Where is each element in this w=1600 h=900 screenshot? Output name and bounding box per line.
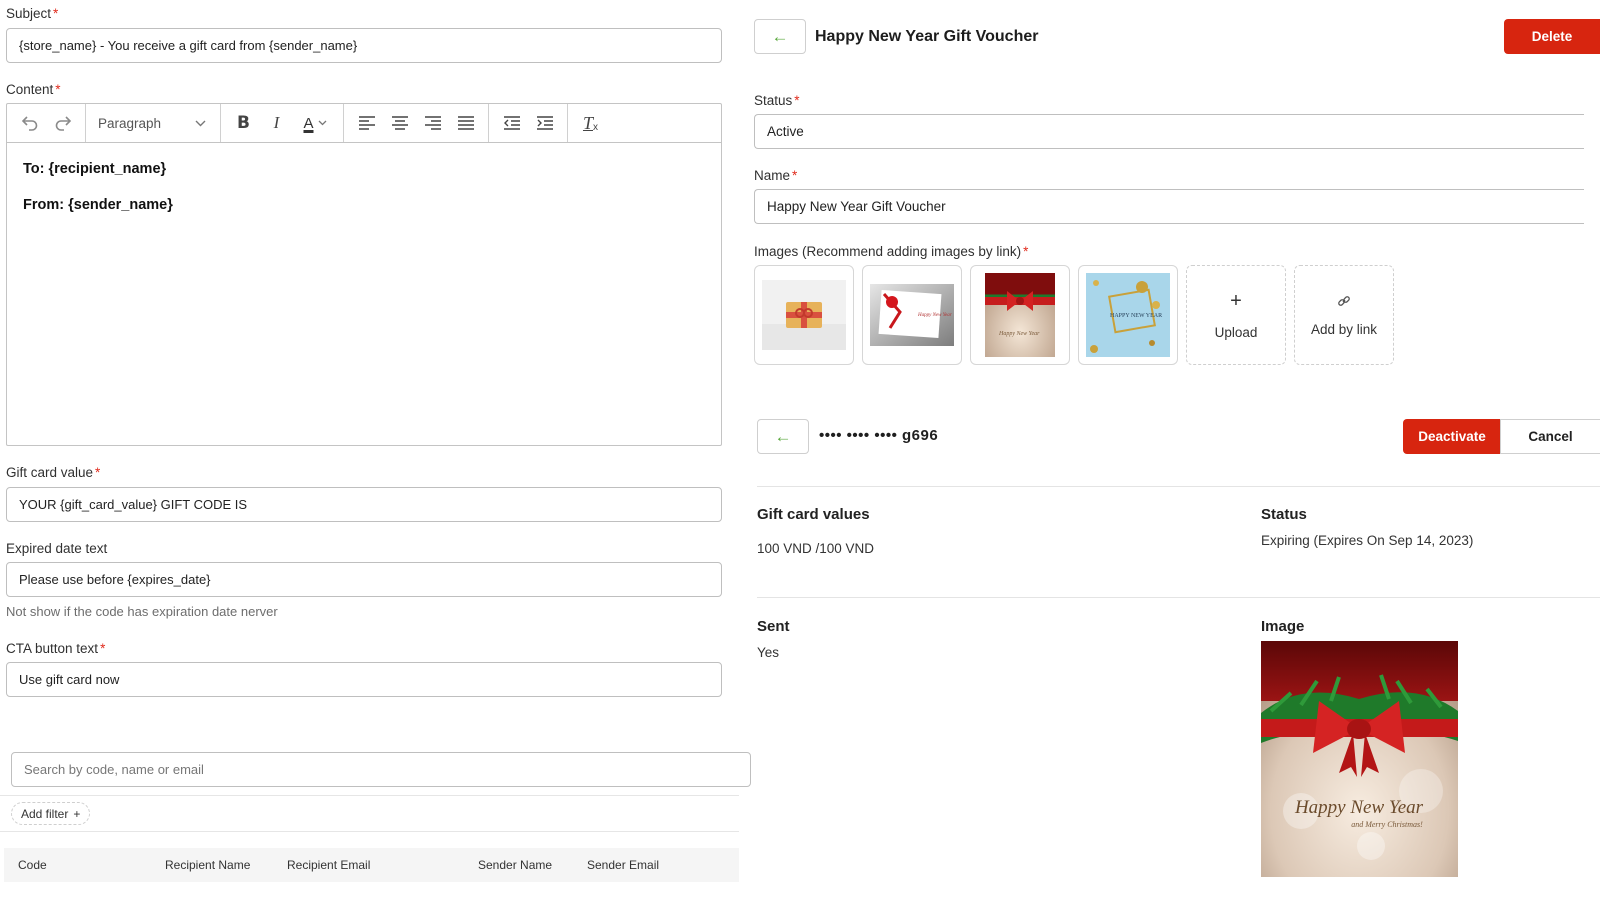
gift-card-image: Happy New Year and Merry Christmas! bbox=[1261, 641, 1458, 877]
gift-card-value-input[interactable]: YOUR {gift_card_value} GIFT CODE IS bbox=[6, 487, 722, 522]
chevron-down-icon bbox=[318, 120, 326, 126]
upload-button[interactable]: + Upload bbox=[1186, 265, 1286, 365]
indent-icon[interactable] bbox=[528, 108, 561, 138]
svg-text:Happy New Year: Happy New Year bbox=[998, 331, 1040, 337]
divider bbox=[0, 831, 739, 832]
rich-text-editor[interactable]: Paragraph B I A T x To: {recipient_name}… bbox=[6, 103, 722, 446]
content-label: Content * bbox=[6, 82, 61, 97]
editor-toolbar: Paragraph B I A T x bbox=[7, 104, 721, 143]
sent-value: Yes bbox=[757, 645, 780, 660]
undo-icon[interactable] bbox=[13, 108, 46, 138]
add-by-link-button[interactable]: Add by link bbox=[1294, 265, 1394, 365]
masked-gift-code: •••• •••• •••• g696 bbox=[819, 427, 939, 444]
svg-text:HAPPY NEW YEAR: HAPPY NEW YEAR bbox=[1110, 313, 1162, 319]
images-label: Images (Recommend adding images by link)… bbox=[754, 244, 1029, 259]
subject-input[interactable]: {store_name} - You receive a gift card f… bbox=[6, 28, 722, 63]
delete-button[interactable]: Delete bbox=[1504, 19, 1600, 54]
status-select[interactable]: Active bbox=[754, 114, 1584, 149]
gift-card-value-label: Gift card value * bbox=[6, 465, 101, 480]
name-input[interactable]: Happy New Year Gift Voucher bbox=[754, 189, 1584, 224]
editor-line: From: {sender_name} bbox=[23, 197, 173, 213]
align-center-icon[interactable] bbox=[383, 108, 416, 138]
plus-icon: + bbox=[73, 806, 81, 821]
cta-button-text-input[interactable]: Use gift card now bbox=[6, 662, 722, 697]
column-header-sender-email[interactable]: Sender Email bbox=[587, 858, 659, 872]
cancel-button[interactable]: Cancel bbox=[1500, 419, 1600, 454]
expired-date-hint: Not show if the code has expiration date… bbox=[6, 604, 278, 619]
back-button[interactable]: ← bbox=[757, 419, 809, 454]
divider bbox=[757, 597, 1600, 598]
chevron-down-icon bbox=[195, 120, 206, 126]
image-thumbnail[interactable] bbox=[754, 265, 854, 365]
column-header-recipient-email[interactable]: Recipient Email bbox=[287, 858, 370, 872]
image-heading: Image bbox=[1261, 618, 1305, 635]
add-by-link-label: Add by link bbox=[1310, 321, 1378, 337]
text-color-button[interactable]: A bbox=[293, 108, 337, 138]
status-value: Expiring (Expires On Sep 14, 2023) bbox=[1261, 533, 1474, 548]
bold-button[interactable]: B bbox=[227, 108, 260, 138]
align-justify-icon[interactable] bbox=[449, 108, 482, 138]
table-header: Code Recipient Name Recipient Email Send… bbox=[4, 848, 739, 882]
column-header-sender-name[interactable]: Sender Name bbox=[478, 858, 552, 872]
divider bbox=[757, 486, 1600, 487]
image-script-subtext: and Merry Christmas! bbox=[1351, 820, 1423, 829]
upload-label: Upload bbox=[1214, 324, 1258, 340]
search-input[interactable]: Search by code, name or email bbox=[11, 752, 751, 787]
image-thumbnail[interactable]: HAPPY NEW YEAR bbox=[1078, 265, 1178, 365]
italic-button[interactable]: I bbox=[260, 108, 293, 138]
voucher-detail-panel: ← Happy New Year Gift Voucher Delete Sta… bbox=[745, 0, 1600, 900]
editor-line: To: {recipient_name} bbox=[23, 161, 167, 177]
column-header-recipient-name[interactable]: Recipient Name bbox=[165, 858, 250, 872]
align-left-icon[interactable] bbox=[350, 108, 383, 138]
editor-content[interactable]: To: {recipient_name} From: {sender_name} bbox=[7, 143, 721, 251]
clear-format-icon[interactable]: Tx bbox=[574, 108, 607, 138]
email-template-form: Subject * {store_name} - You receive a gi… bbox=[0, 0, 751, 900]
image-script-text: Happy New Year bbox=[1294, 797, 1424, 818]
name-label: Name * bbox=[754, 168, 798, 183]
divider bbox=[0, 795, 739, 796]
add-filter-button[interactable]: Add filter + bbox=[11, 802, 91, 825]
column-header-code[interactable]: Code bbox=[18, 858, 47, 872]
page-title: Happy New Year Gift Voucher bbox=[815, 28, 1039, 45]
expired-date-text-label: Expired date text bbox=[6, 541, 108, 556]
deactivate-button[interactable]: Deactivate bbox=[1403, 419, 1501, 454]
expired-date-text-input[interactable]: Please use before {expires_date} bbox=[6, 562, 722, 597]
gift-card-values-label: Gift card values bbox=[757, 506, 870, 523]
link-icon bbox=[1338, 295, 1350, 306]
subject-label: Subject * bbox=[6, 6, 59, 21]
status-label: Status * bbox=[754, 93, 800, 108]
back-button[interactable]: ← bbox=[754, 19, 806, 54]
align-right-icon[interactable] bbox=[416, 108, 449, 138]
image-thumbnail[interactable]: Happy New Year bbox=[862, 265, 962, 365]
redo-icon[interactable] bbox=[46, 108, 79, 138]
cta-button-text-label: CTA button text * bbox=[6, 641, 106, 656]
svg-text:Happy New Year: Happy New Year bbox=[917, 313, 952, 318]
arrow-left-icon: ← bbox=[771, 26, 789, 46]
status-heading: Status bbox=[1261, 506, 1307, 523]
gift-card-values-value: 100 VND /100 VND bbox=[757, 541, 875, 556]
sent-label: Sent bbox=[757, 618, 790, 635]
image-thumbnails: Happy New Year Happy New Year HAPPY NEW … bbox=[754, 265, 1394, 365]
arrow-left-icon: ← bbox=[774, 426, 792, 446]
plus-icon: + bbox=[1230, 289, 1242, 312]
outdent-icon[interactable] bbox=[495, 108, 528, 138]
image-thumbnail[interactable]: Happy New Year bbox=[970, 265, 1070, 365]
block-format-select[interactable]: Paragraph bbox=[92, 108, 214, 138]
